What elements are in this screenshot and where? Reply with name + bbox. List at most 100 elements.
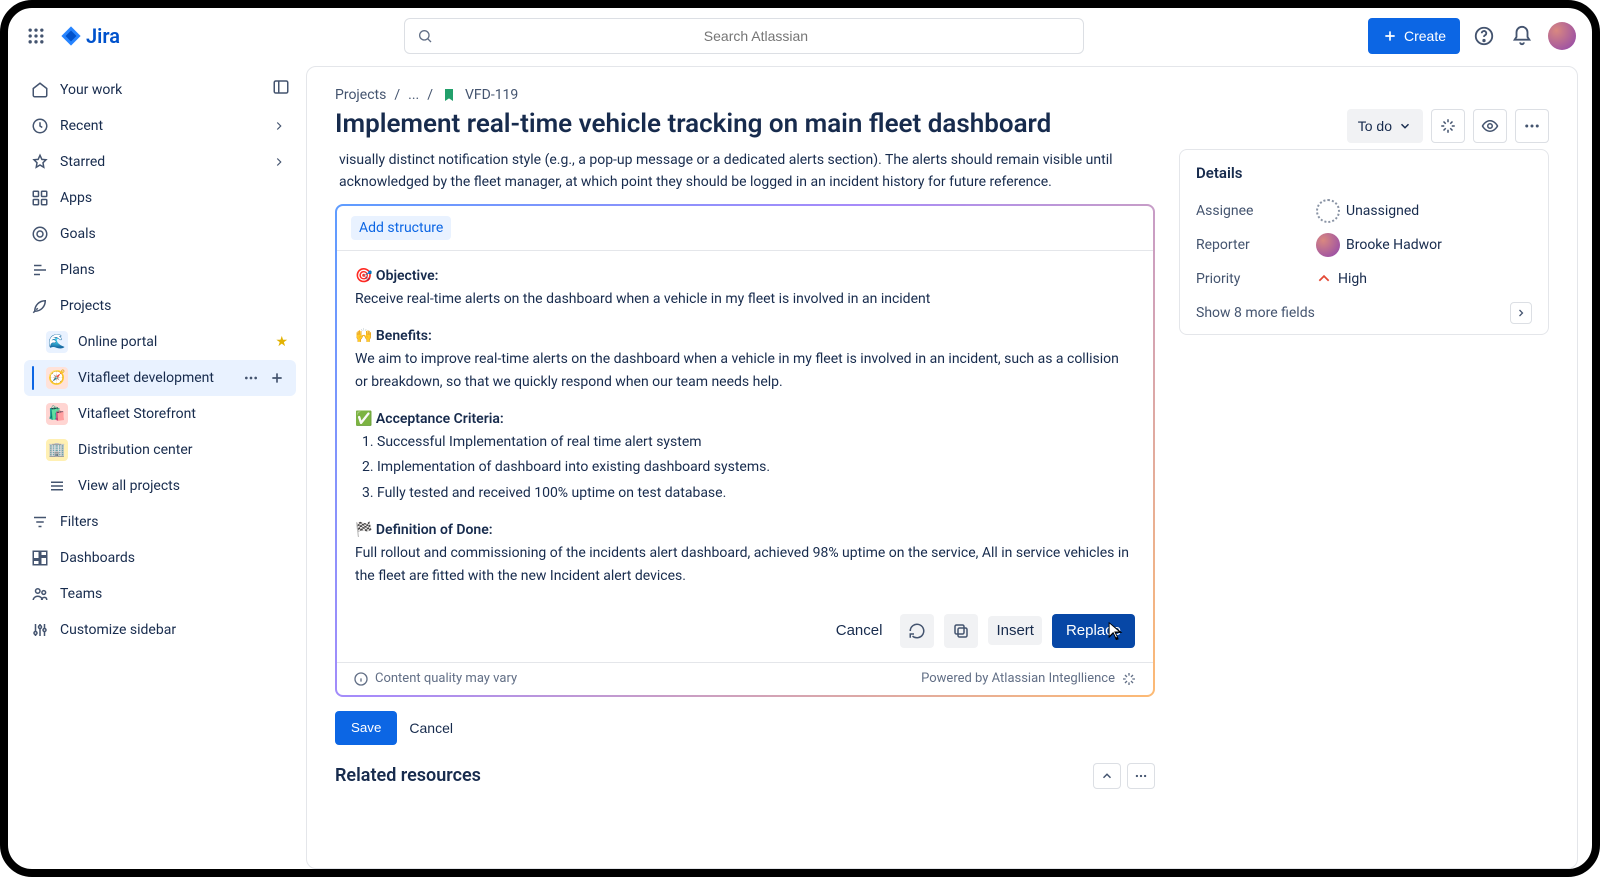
sidebar-project-distribution-center[interactable]: 🏢 Distribution center	[24, 432, 296, 468]
sidebar-item-label: Dashboards	[60, 550, 135, 566]
status-dropdown[interactable]: To do	[1347, 109, 1423, 143]
collapse-sidebar-icon[interactable]	[270, 76, 292, 98]
ai-replace-button[interactable]: Replace	[1052, 614, 1135, 648]
sidebar-item-label: Teams	[60, 586, 102, 602]
search-input[interactable]	[441, 28, 1071, 44]
create-button-label: Create	[1404, 28, 1446, 44]
sidebar-item-dashboards[interactable]: Dashboards	[20, 540, 296, 576]
home-icon	[30, 80, 50, 100]
ai-chip-add-structure[interactable]: Add structure	[351, 216, 451, 240]
unassigned-avatar-icon	[1316, 199, 1340, 223]
sidebar-item-plans[interactable]: Plans	[20, 252, 296, 288]
cancel-button[interactable]: Cancel	[409, 711, 453, 745]
breadcrumb-projects[interactable]: Projects	[335, 87, 386, 103]
project-icon: 🌊	[46, 331, 68, 353]
sidebar-item-label: Goals	[60, 226, 96, 242]
ai-powered-by: Powered by Atlassian Integllience	[921, 671, 1115, 686]
sidebar-item-customize[interactable]: Customize sidebar	[20, 612, 296, 648]
show-more-label: Show 8 more fields	[1196, 305, 1315, 321]
reporter-field[interactable]: Reporter Brooke Hadwor	[1196, 228, 1532, 262]
watch-icon[interactable]	[1473, 109, 1507, 143]
more-actions-icon[interactable]	[1515, 109, 1549, 143]
filter-icon	[30, 512, 50, 532]
chevron-right-icon	[1510, 302, 1532, 324]
breadcrumb-separator: /	[427, 87, 433, 103]
project-icon: 🏢	[46, 439, 68, 461]
sidebar-item-starred[interactable]: Starred	[20, 144, 296, 180]
sidebar-item-filters[interactable]: Filters	[20, 504, 296, 540]
breadcrumb-ellipsis[interactable]: ...	[408, 87, 419, 103]
sidebar-item-label: Your work	[60, 82, 122, 98]
priority-label: Priority	[1196, 271, 1316, 287]
sidebar-view-all-projects[interactable]: View all projects	[24, 468, 296, 504]
assignee-field[interactable]: Assignee Unassigned	[1196, 194, 1532, 228]
issue-title: Implement real-time vehicle tracking on …	[335, 109, 1051, 139]
collapse-icon[interactable]	[1093, 763, 1121, 789]
assignee-value: Unassigned	[1346, 203, 1419, 219]
project-label: Online portal	[78, 334, 157, 350]
target-icon	[30, 224, 50, 244]
breadcrumb: Projects / ... / VFD-119	[335, 87, 1549, 103]
retry-icon[interactable]	[900, 614, 934, 648]
ai-cancel-button[interactable]: Cancel	[828, 616, 891, 645]
emoji-check-icon: ✅	[355, 411, 372, 427]
sidebar-item-your-work[interactable]: Your work	[20, 72, 296, 108]
notifications-icon[interactable]	[1510, 24, 1534, 48]
details-title: Details	[1196, 164, 1532, 182]
ai-insert-button[interactable]: Insert	[988, 616, 1042, 645]
project-label: Vitafleet development	[78, 370, 214, 386]
sidebar-item-teams[interactable]: Teams	[20, 576, 296, 612]
sidebar-item-goals[interactable]: Goals	[20, 216, 296, 252]
apps-icon	[30, 188, 50, 208]
emoji-hands-icon: 🙌	[355, 328, 372, 344]
emoji-flag-icon: 🏁	[355, 522, 372, 538]
details-panel: Details Assignee Unassigned Reporter Bro…	[1179, 149, 1549, 335]
sidebar-item-label: Filters	[60, 514, 99, 530]
sidebar-item-projects[interactable]: Projects	[20, 288, 296, 324]
emoji-target-icon: 🎯	[355, 268, 372, 284]
objective-text: Receive real-time alerts on the dashboar…	[355, 291, 930, 307]
sidebar-item-label: Starred	[60, 154, 105, 170]
add-icon[interactable]	[266, 367, 288, 389]
priority-field[interactable]: Priority High	[1196, 262, 1532, 296]
rocket-icon	[30, 296, 50, 316]
help-icon[interactable]	[1472, 24, 1496, 48]
sidebar-project-vitafleet-development[interactable]: 🧭 Vitafleet development	[24, 360, 296, 396]
ai-suggestion-panel: Add structure 🎯 Objective: Receive real-…	[335, 204, 1155, 697]
assignee-label: Assignee	[1196, 203, 1316, 219]
sparkle-icon	[1121, 671, 1137, 687]
sidebar-project-vitafleet-storefront[interactable]: 🛍️ Vitafleet Storefront	[24, 396, 296, 432]
show-more-fields[interactable]: Show 8 more fields	[1196, 296, 1532, 324]
acceptance-item: Fully tested and received 100% uptime on…	[377, 482, 1135, 505]
star-outline-icon	[30, 152, 50, 172]
jira-logo[interactable]: Jira	[60, 24, 120, 48]
search-input-wrap[interactable]	[404, 18, 1084, 54]
breadcrumb-separator: /	[394, 87, 400, 103]
save-button[interactable]: Save	[335, 711, 397, 745]
acceptance-label: Acceptance Criteria:	[376, 408, 504, 431]
sidebar-project-online-portal[interactable]: 🌊 Online portal ★	[24, 324, 296, 360]
project-label: Vitafleet Storefront	[78, 406, 196, 422]
chevron-right-icon	[272, 155, 286, 169]
dashboard-icon	[30, 548, 50, 568]
avatar[interactable]	[1548, 22, 1576, 50]
bookmark-icon	[441, 87, 457, 103]
more-icon[interactable]	[1127, 763, 1155, 789]
ai-quality-notice: Content quality may vary	[375, 671, 517, 686]
copy-icon[interactable]	[944, 614, 978, 648]
related-resources-title: Related resources	[335, 765, 481, 786]
app-switcher-icon[interactable]	[24, 24, 48, 48]
project-label: View all projects	[78, 478, 180, 494]
product-name: Jira	[86, 24, 120, 48]
create-button[interactable]: Create	[1368, 18, 1460, 54]
description-fragment: visually distinct notification style (e.…	[335, 149, 1155, 204]
more-icon[interactable]	[240, 367, 262, 389]
reporter-value: Brooke Hadwor	[1346, 237, 1442, 253]
ai-sparkle-icon[interactable]	[1431, 109, 1465, 143]
benefits-label: Benefits:	[376, 325, 432, 348]
sidebar-item-apps[interactable]: Apps	[20, 180, 296, 216]
breadcrumb-issue-key[interactable]: VFD-119	[465, 87, 518, 103]
sidebar-item-label: Projects	[60, 298, 111, 314]
acceptance-item: Successful Implementation of real time a…	[377, 431, 1135, 454]
sidebar-item-recent[interactable]: Recent	[20, 108, 296, 144]
